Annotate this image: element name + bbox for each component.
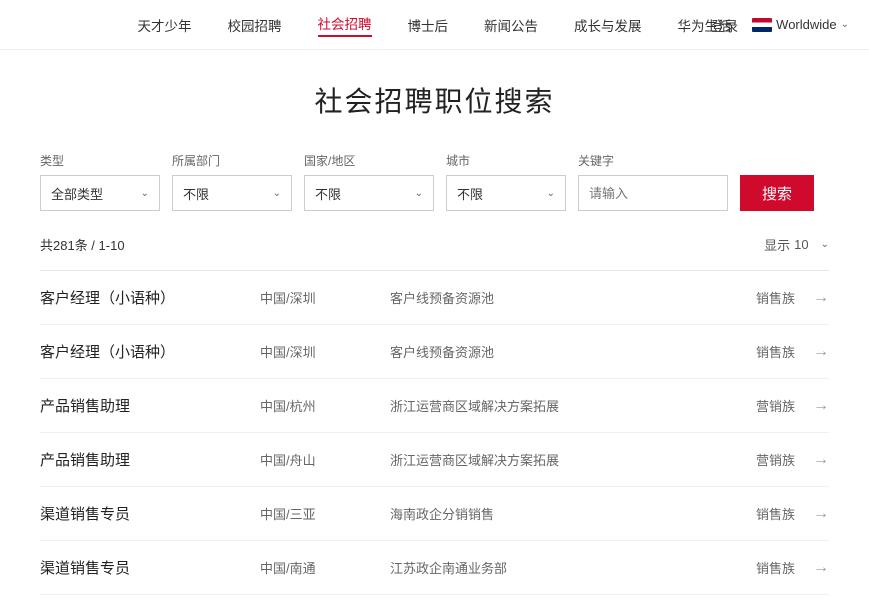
job-category: 销售族 bbox=[715, 504, 795, 523]
job-arrow-icon: → bbox=[813, 289, 829, 307]
job-list: 客户经理（小语种） 中国/深圳 客户线预备资源池 销售族 → 客户经理（小语种）… bbox=[40, 271, 829, 595]
job-arrow-icon: → bbox=[813, 343, 829, 361]
type-select-value: 全部类型 bbox=[51, 184, 103, 203]
type-filter-group: 类型 全部类型 ⌄ bbox=[40, 152, 160, 211]
job-category: 营销族 bbox=[715, 450, 795, 469]
display-label: 显示 bbox=[764, 235, 790, 254]
chevron-down-icon: ⌄ bbox=[841, 19, 849, 30]
job-dept: 浙江运营商区域解决方案拓展 bbox=[390, 396, 715, 415]
dept-select-value: 不限 bbox=[183, 184, 209, 203]
type-filter-label: 类型 bbox=[40, 152, 160, 169]
job-title: 产品销售助理 bbox=[40, 449, 260, 470]
job-arrow-icon: → bbox=[813, 505, 829, 523]
search-filters: 类型 全部类型 ⌄ 所属部门 不限 ⌄ 国家/地区 不限 ⌄ 城市 不限 bbox=[40, 152, 829, 211]
job-arrow-icon: → bbox=[813, 397, 829, 415]
country-filter-group: 国家/地区 不限 ⌄ bbox=[304, 152, 434, 211]
display-value: 10 bbox=[794, 237, 808, 252]
job-title: 渠道销售专员 bbox=[40, 503, 260, 524]
nav-item-growth[interactable]: 成长与发展 bbox=[574, 15, 642, 35]
flag-icon bbox=[752, 18, 772, 32]
job-dept: 浙江运营商区域解决方案拓展 bbox=[390, 450, 715, 469]
country-select-value: 不限 bbox=[315, 184, 341, 203]
dept-filter-group: 所属部门 不限 ⌄ bbox=[172, 152, 292, 211]
job-row[interactable]: 客户经理（小语种） 中国/深圳 客户线预备资源池 销售族 → bbox=[40, 271, 829, 325]
dept-filter-label: 所属部门 bbox=[172, 152, 292, 169]
job-location: 中国/杭州 bbox=[260, 396, 390, 415]
search-button[interactable]: 搜索 bbox=[740, 175, 814, 211]
display-chevron-icon: ⌄ bbox=[821, 239, 829, 250]
login-button[interactable]: 登录 bbox=[711, 15, 738, 35]
job-title: 产品销售助理 bbox=[40, 395, 260, 416]
job-location: 中国/南通 bbox=[260, 558, 390, 577]
job-location: 中国/深圳 bbox=[260, 288, 390, 307]
job-row[interactable]: 客户经理（小语种） 中国/深圳 客户线预备资源池 销售族 → bbox=[40, 325, 829, 379]
page-title: 社会招聘职位搜索 bbox=[40, 80, 829, 120]
dept-chevron-icon: ⌄ bbox=[273, 188, 281, 199]
type-select[interactable]: 全部类型 ⌄ bbox=[40, 175, 160, 211]
job-dept: 客户线预备资源池 bbox=[390, 342, 715, 361]
job-dept: 江苏政企南通业务部 bbox=[390, 558, 715, 577]
nav-item-prodigy[interactable]: 天才少年 bbox=[138, 15, 192, 35]
nav-item-news[interactable]: 新闻公告 bbox=[484, 15, 538, 35]
country-chevron-icon: ⌄ bbox=[415, 188, 423, 199]
results-header: 共281条 / 1-10 显示 10 ⌄ bbox=[40, 235, 829, 254]
worldwide-selector[interactable]: Worldwide ⌄ bbox=[752, 17, 849, 32]
job-row[interactable]: 产品销售助理 中国/杭州 浙江运营商区域解决方案拓展 营销族 → bbox=[40, 379, 829, 433]
page-content: 社会招聘职位搜索 类型 全部类型 ⌄ 所属部门 不限 ⌄ 国家/地区 不限 ⌄ bbox=[0, 50, 869, 615]
nav-item-social[interactable]: 社会招聘 bbox=[318, 13, 372, 37]
job-row[interactable]: 渠道销售专员 中国/南通 江苏政企南通业务部 销售族 → bbox=[40, 541, 829, 595]
nav-item-postdoc[interactable]: 博士后 bbox=[408, 15, 449, 35]
keyword-filter-label: 关键字 bbox=[578, 152, 728, 169]
keyword-filter-group: 关键字 bbox=[578, 152, 728, 211]
country-select[interactable]: 不限 ⌄ bbox=[304, 175, 434, 211]
job-title: 客户经理（小语种） bbox=[40, 341, 260, 362]
job-title: 渠道销售专员 bbox=[40, 557, 260, 578]
keyword-input[interactable] bbox=[578, 175, 728, 211]
job-row[interactable]: 产品销售助理 中国/舟山 浙江运营商区域解决方案拓展 营销族 → bbox=[40, 433, 829, 487]
dept-select[interactable]: 不限 ⌄ bbox=[172, 175, 292, 211]
job-dept: 海南政企分销销售 bbox=[390, 504, 715, 523]
main-nav: 天才少年 校园招聘 社会招聘 博士后 新闻公告 成长与发展 华为生活 登录 Wo… bbox=[0, 0, 869, 50]
city-filter-group: 城市 不限 ⌄ bbox=[446, 152, 566, 211]
job-dept: 客户线预备资源池 bbox=[390, 288, 715, 307]
job-category: 销售族 bbox=[715, 342, 795, 361]
job-row[interactable]: 渠道销售专员 中国/三亚 海南政企分销销售 销售族 → bbox=[40, 487, 829, 541]
city-select[interactable]: 不限 ⌄ bbox=[446, 175, 566, 211]
results-count: 共281条 / 1-10 bbox=[40, 235, 125, 254]
city-select-value: 不限 bbox=[457, 184, 483, 203]
job-category: 营销族 bbox=[715, 396, 795, 415]
nav-right: 登录 Worldwide ⌄ bbox=[711, 15, 849, 35]
display-selector[interactable]: 显示 10 ⌄ bbox=[764, 235, 829, 254]
job-arrow-icon: → bbox=[813, 451, 829, 469]
country-filter-label: 国家/地区 bbox=[304, 152, 434, 169]
city-filter-label: 城市 bbox=[446, 152, 566, 169]
nav-item-campus[interactable]: 校园招聘 bbox=[228, 15, 282, 35]
job-location: 中国/深圳 bbox=[260, 342, 390, 361]
job-arrow-icon: → bbox=[813, 559, 829, 577]
job-category: 销售族 bbox=[715, 558, 795, 577]
job-location: 中国/三亚 bbox=[260, 504, 390, 523]
job-category: 销售族 bbox=[715, 288, 795, 307]
worldwide-label: Worldwide bbox=[776, 17, 836, 32]
job-location: 中国/舟山 bbox=[260, 450, 390, 469]
type-chevron-icon: ⌄ bbox=[141, 188, 149, 199]
job-title: 客户经理（小语种） bbox=[40, 287, 260, 308]
nav-links: 天才少年 校园招聘 社会招聘 博士后 新闻公告 成长与发展 华为生活 bbox=[138, 13, 732, 37]
city-chevron-icon: ⌄ bbox=[547, 188, 555, 199]
